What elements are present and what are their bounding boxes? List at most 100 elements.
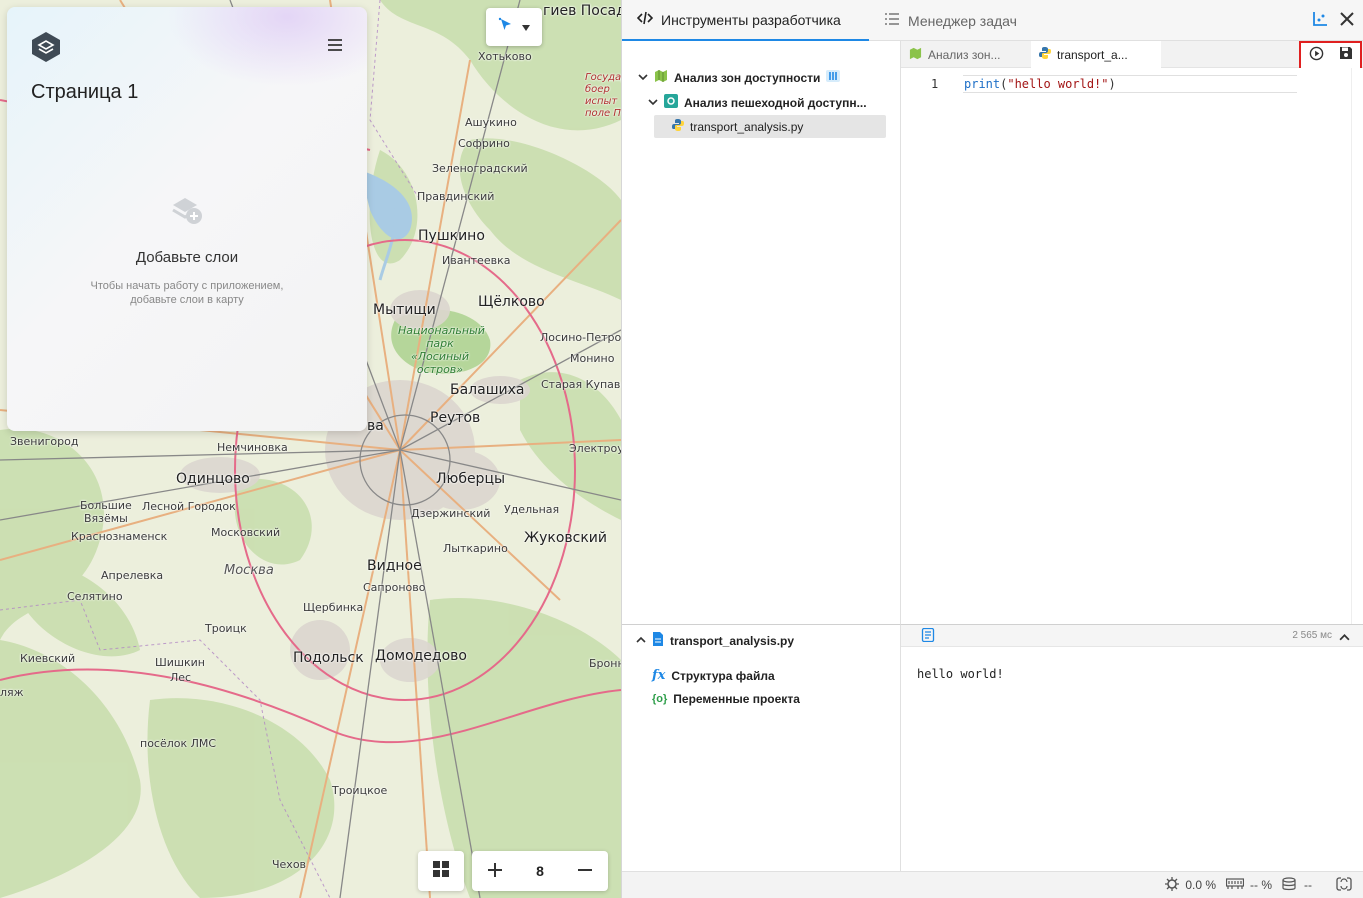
output-panel: 2 565 мс hello world! — [901, 624, 1363, 871]
tree-item-label: transport_analysis.py — [690, 119, 804, 134]
map-label: Электроу — [569, 442, 621, 455]
outline-item-structure[interactable]: fx Структура файла — [652, 668, 775, 683]
map-label: Удельная — [504, 503, 560, 516]
run-button[interactable] — [1309, 46, 1324, 66]
minus-icon — [577, 862, 593, 881]
tree-item-label: Анализ зон доступности — [674, 70, 821, 85]
park-label: Национальный парк «Лосиный остров» — [398, 324, 485, 376]
map-label: Хотьково — [478, 50, 532, 63]
map-label: Подольск — [293, 650, 364, 666]
zoom-level: 8 — [536, 863, 544, 879]
database-icon — [1282, 876, 1298, 894]
map-label: Лес — [170, 671, 192, 684]
devtools-topbar: Инструменты разработчика Менеджер задач — [622, 0, 1363, 41]
map-label: Шишкин — [155, 656, 205, 669]
tree-item-file[interactable]: transport_analysis.py — [654, 115, 886, 138]
map-label: Краснознаменск — [71, 530, 168, 543]
outline-file-header[interactable]: transport_analysis.py — [636, 632, 794, 649]
editor-tabs: Анализ зон... transport_a... — [901, 41, 1363, 70]
tree-item-folder[interactable]: Анализ пешеходной доступн... — [648, 94, 867, 111]
editor-scrollbar[interactable] — [1351, 68, 1363, 624]
devtools-panel: Инструменты разработчика Менеджер задач — [621, 0, 1363, 898]
code-string: "hello world!" — [1007, 77, 1109, 91]
map-label: Люберцы — [436, 471, 506, 487]
tab-task-manager[interactable]: Менеджер задач — [884, 0, 1017, 41]
empty-state-subtitle: Чтобы начать работу с приложением, добав… — [90, 280, 284, 306]
code-line: print("hello world!") — [964, 77, 1116, 91]
save-icon — [1339, 47, 1353, 64]
map-label: Щёлково — [478, 294, 545, 310]
map-label: Киевский — [20, 652, 76, 665]
chevron-up-icon — [636, 634, 646, 648]
devtools-window-controls — [1312, 11, 1354, 32]
outline-item-label: Структура файла — [671, 668, 775, 683]
map-label: Сапроново — [363, 581, 426, 594]
sync-icon[interactable] — [1336, 876, 1352, 895]
outline-item-variables[interactable]: {o} Переменные проекта — [652, 692, 800, 706]
map-controls: 8 — [418, 851, 608, 891]
editor-tab-file[interactable]: transport_a... — [1031, 41, 1161, 68]
map-label: Троицк — [205, 622, 247, 635]
map-label: Щербинка — [303, 601, 364, 614]
map-label: Лесной Городок — [142, 500, 236, 513]
code-icon — [636, 11, 654, 28]
map-label: Зеленоградский — [432, 162, 528, 175]
map-label: Правдинский — [417, 190, 495, 203]
basemap-grid-button[interactable] — [418, 851, 464, 891]
chevron-down-icon — [648, 96, 658, 110]
map-icon — [909, 47, 922, 63]
map-label: Дзержинский — [411, 507, 491, 520]
close-icon[interactable] — [1340, 12, 1354, 31]
cpu-icon — [1165, 876, 1180, 894]
select-tool-button[interactable] — [486, 8, 542, 46]
app-logo-icon[interactable] — [31, 31, 61, 62]
hamburger-menu-icon[interactable] — [327, 38, 343, 57]
tab-developer-tools[interactable]: Инструменты разработчика — [622, 0, 869, 41]
log-icon[interactable] — [921, 627, 935, 647]
tab-label: Инструменты разработчика — [661, 11, 841, 28]
collapse-output-icon[interactable] — [1339, 630, 1350, 648]
code-area[interactable]: 1 print("hello world!") — [901, 68, 1363, 624]
cpu-status: 0.0 % — [1165, 876, 1216, 894]
tree-item-project[interactable]: Анализ зон доступности — [638, 69, 841, 86]
map-label: Чехов — [272, 858, 307, 871]
dock-layout-icon[interactable] — [1312, 11, 1328, 32]
cursor-arrow-icon — [498, 17, 514, 38]
add-layers-icon — [169, 193, 205, 232]
map-label: Бронн — [589, 657, 621, 670]
play-circle-icon — [1309, 46, 1324, 65]
map-icon — [654, 69, 668, 86]
memory-value: -- % — [1250, 878, 1272, 892]
app-root: Хотьково гиев Посад Ашукино Софрино Зеле… — [0, 0, 1363, 898]
page-title: Страница 1 — [31, 81, 139, 103]
file-outline: transport_analysis.py fx Структура файла… — [622, 624, 901, 871]
code-paren: ) — [1108, 77, 1116, 91]
map-label: посёлок ЛМС — [140, 737, 217, 750]
python-icon — [1039, 47, 1051, 62]
tree-item-label: Анализ пешеходной доступн... — [684, 95, 867, 110]
memory-status: -- % — [1225, 877, 1272, 893]
layers-panel: Страница 1 Добавьте слои Чтобы начать ра… — [7, 7, 367, 431]
map-label: Пушкино — [418, 228, 485, 244]
editor-tab-project[interactable]: Анализ зон... — [901, 41, 1031, 68]
map-label: Апрелевка — [101, 569, 164, 582]
grid-icon — [432, 860, 450, 883]
editor-tab-label: transport_a... — [1057, 47, 1128, 62]
map-label: Селятино — [67, 590, 123, 603]
empty-state-title: Добавьте слои — [135, 249, 239, 266]
status-bar: 0.0 % -- % -- — [622, 871, 1363, 898]
file-icon — [652, 632, 664, 649]
map-label: Домодедово — [375, 648, 467, 664]
map-label: Мытищи — [373, 302, 436, 318]
memory-icon — [1225, 877, 1245, 893]
map-label: Большие — [80, 499, 132, 512]
code-editor: Анализ зон... transport_a... 1 print("he… — [901, 41, 1363, 624]
chevron-down-icon — [638, 71, 648, 85]
plus-icon — [487, 862, 503, 881]
zoom-out-button[interactable] — [563, 862, 608, 881]
output-text: hello world! — [917, 667, 1004, 681]
zoom-in-button[interactable] — [472, 862, 517, 881]
function-icon: fx — [652, 668, 666, 683]
variables-icon: {o} — [652, 693, 668, 705]
save-button[interactable] — [1339, 46, 1353, 65]
